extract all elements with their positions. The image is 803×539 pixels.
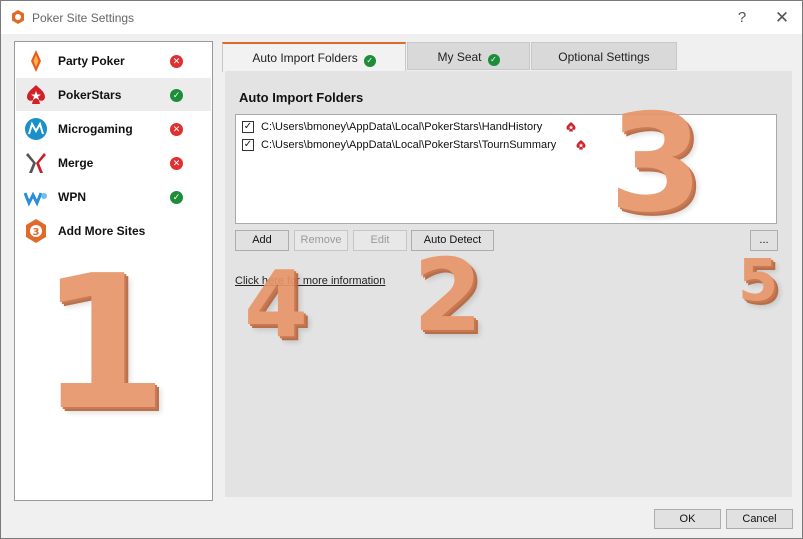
tab-optional-settings[interactable]: Optional Settings xyxy=(531,42,677,70)
sidebar-item-label: Microgaming xyxy=(58,122,133,136)
more-info-link[interactable]: Click here for more information xyxy=(235,275,385,287)
folder-path: C:\Users\bmoney\AppData\Local\PokerStars… xyxy=(261,139,557,151)
check-status-icon: ✓ xyxy=(363,55,376,67)
tab-label: Optional Settings xyxy=(558,50,650,64)
close-button[interactable]: ✕ xyxy=(767,7,797,29)
pokerstars-icon xyxy=(27,85,45,104)
pokerstars-icon xyxy=(576,140,586,150)
party-poker-icon xyxy=(31,50,41,72)
cancel-button[interactable]: Cancel xyxy=(726,509,793,529)
check-status-icon: ✓ xyxy=(170,89,183,102)
browse-button[interactable]: ... xyxy=(750,230,778,251)
sidebar-item-microgaming[interactable]: Microgaming ✕ xyxy=(16,112,211,145)
app-logo-icon xyxy=(12,10,24,24)
wpn-icon xyxy=(24,191,47,207)
sidebar-item-label: WPN xyxy=(58,190,86,204)
folder-checkbox[interactable]: ✓ xyxy=(242,139,254,151)
sidebar-item-party-poker[interactable]: Party Poker ✕ xyxy=(16,44,211,77)
ok-button[interactable]: OK xyxy=(654,509,721,529)
tab-my-seat[interactable]: My Seat ✓ xyxy=(407,42,530,70)
remove-button[interactable]: Remove xyxy=(294,230,348,251)
error-status-icon: ✕ xyxy=(170,55,183,68)
tab-label: Auto Import Folders xyxy=(252,51,358,65)
folder-path: C:\Users\bmoney\AppData\Local\PokerStars… xyxy=(261,121,543,133)
edit-button[interactable]: Edit xyxy=(353,230,407,251)
title-bar: Poker Site Settings ? ✕ xyxy=(1,1,802,34)
svg-text:3: 3 xyxy=(33,227,40,238)
merge-icon xyxy=(26,153,46,173)
sidebar-item-label: Party Poker xyxy=(58,54,125,68)
folder-checkbox[interactable]: ✓ xyxy=(242,121,254,133)
tab-label: My Seat xyxy=(437,50,482,64)
sidebar-item-merge[interactable]: Merge ✕ xyxy=(16,146,211,179)
auto-import-panel: Auto Import Folders ✓ C:\Users\bmoney\Ap… xyxy=(225,71,792,497)
poker-site-settings-window: Poker Site Settings ? ✕ Party Poker ✕ Po… xyxy=(0,0,803,539)
check-status-icon: ✓ xyxy=(487,54,500,66)
tab-auto-import-folders[interactable]: Auto Import Folders ✓ xyxy=(222,42,406,72)
section-title: Auto Import Folders xyxy=(239,90,364,105)
sidebar-item-label: PokerStars xyxy=(58,88,122,102)
site-list: Party Poker ✕ PokerStars ✓ Microgaming ✕ xyxy=(14,41,213,501)
add-button[interactable]: Add xyxy=(235,230,289,251)
sidebar-item-add-more-sites[interactable]: 3 Add More Sites xyxy=(16,214,211,247)
auto-detect-button[interactable]: Auto Detect xyxy=(411,230,494,251)
add-site-icon: 3 xyxy=(26,219,46,243)
pokerstars-icon xyxy=(566,122,576,132)
window-title: Poker Site Settings xyxy=(32,11,135,25)
sidebar-item-label: Add More Sites xyxy=(58,224,146,238)
sidebar-item-pokerstars[interactable]: PokerStars ✓ xyxy=(16,78,211,111)
check-status-icon: ✓ xyxy=(170,191,183,204)
sidebar-item-wpn[interactable]: WPN ✓ xyxy=(16,180,211,213)
error-status-icon: ✕ xyxy=(170,157,183,170)
sidebar-item-label: Merge xyxy=(58,156,94,170)
help-button[interactable]: ? xyxy=(727,7,757,29)
error-status-icon: ✕ xyxy=(170,123,183,136)
microgaming-icon xyxy=(25,118,47,140)
folder-list[interactable]: ✓ C:\Users\bmoney\AppData\Local\PokerSta… xyxy=(235,114,777,224)
